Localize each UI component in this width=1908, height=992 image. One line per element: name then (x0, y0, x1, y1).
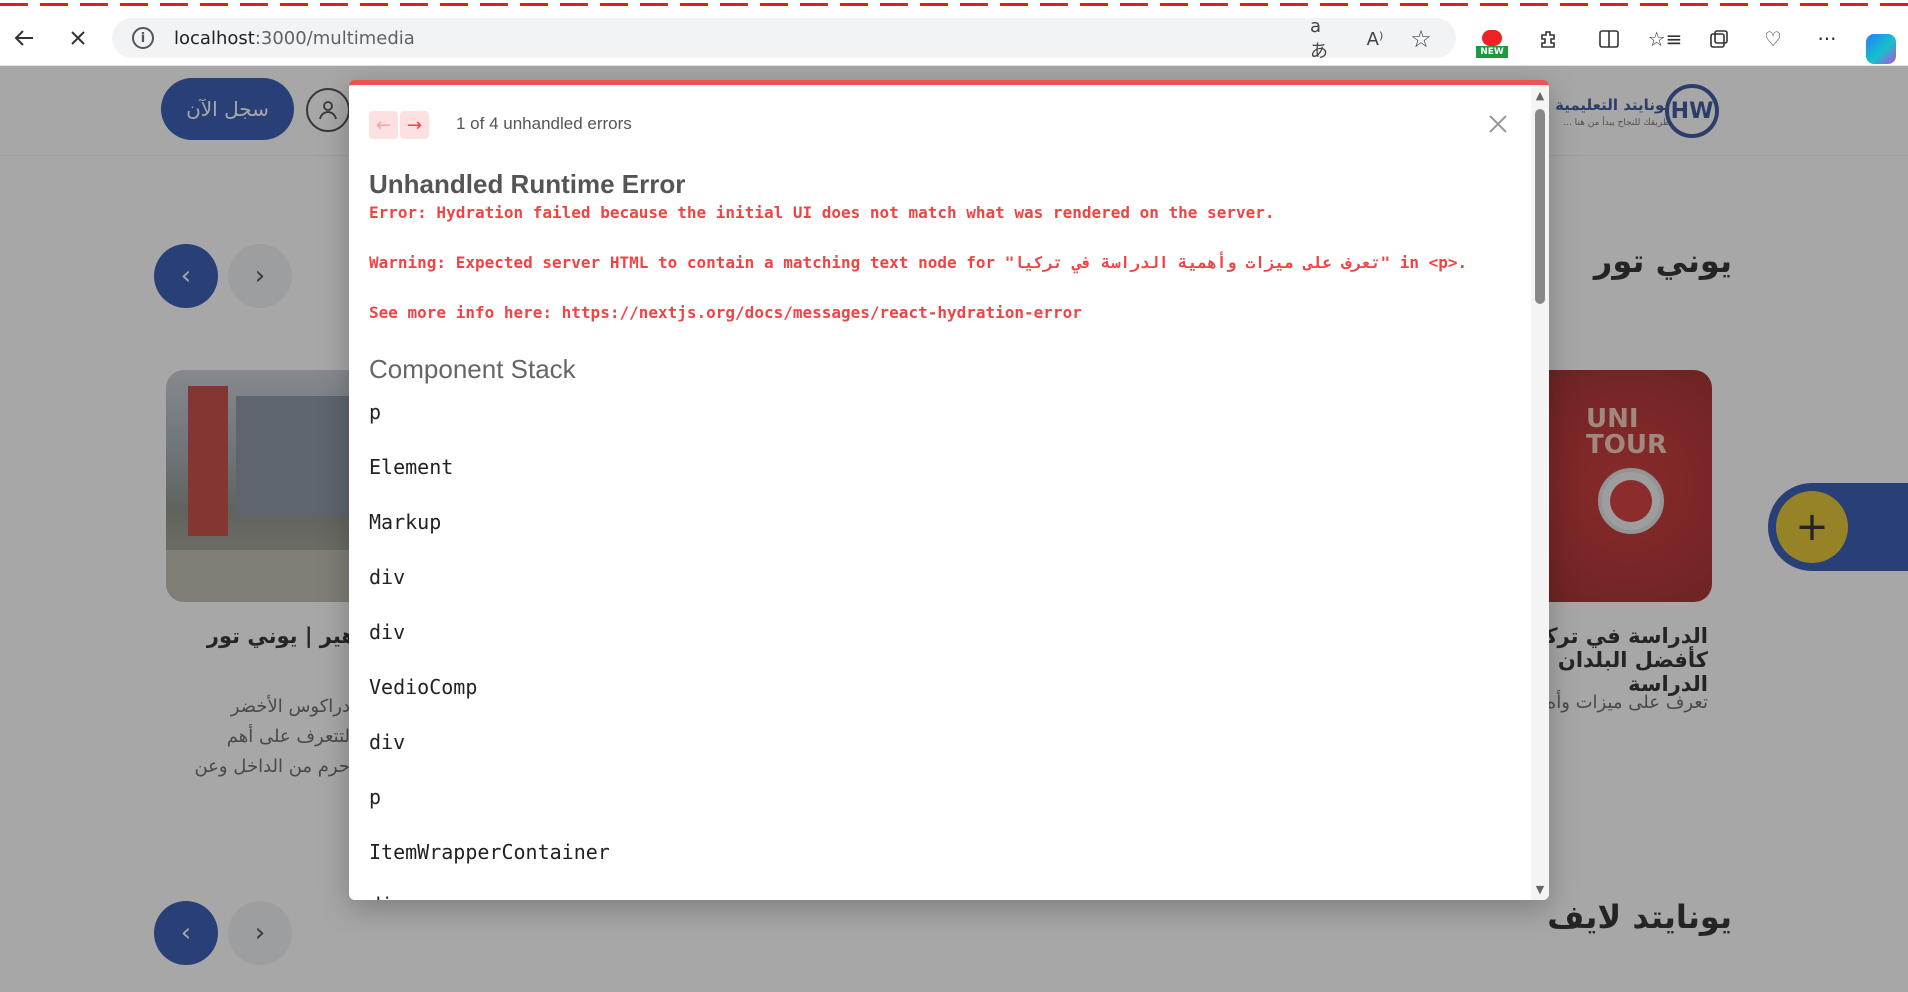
collections-icon[interactable] (1704, 24, 1734, 54)
info-link[interactable]: See more info here: https://nextjs.org/d… (369, 303, 1082, 322)
tab-strip-dash (800, 3, 828, 6)
stack-item: VedioComp (369, 675, 478, 699)
scroll-down-arrow-icon[interactable]: ▼ (1533, 883, 1547, 897)
tab-strip-dash (520, 3, 548, 6)
stack-item: div (369, 565, 406, 589)
tab-strip-dash (1560, 3, 1588, 6)
error-count: 1 of 4 unhandled errors (456, 114, 632, 133)
tab-strip-dash (240, 3, 268, 6)
tab-strip-dash (960, 3, 988, 6)
back-arrow-icon[interactable] (10, 24, 38, 52)
tab-strip-dash (360, 3, 388, 6)
tab-strip-dash (1320, 3, 1348, 6)
tab-strip-dash (400, 3, 428, 6)
tab-strip-dash (1280, 3, 1308, 6)
stack-item: div (369, 730, 406, 754)
scroll-up-arrow-icon[interactable]: ▲ (1533, 89, 1547, 103)
url-text[interactable]: localhost:3000/multimedia (174, 28, 415, 49)
error-message: Error: Hydration failed because the init… (369, 203, 1275, 222)
browser-toolbar: i localhost:3000/multimedia aあ A⁾ ☆ NEW … (0, 10, 1908, 66)
stop-loading-icon[interactable] (64, 24, 92, 52)
tab-strip-dash (40, 3, 68, 6)
new-extension-icon[interactable]: NEW (1476, 30, 1508, 60)
stack-item: div (369, 893, 405, 900)
component-stack-title: Component Stack (369, 354, 576, 384)
next-error-arrow-icon[interactable]: → (400, 111, 429, 139)
tab-strip-dash (440, 3, 468, 6)
tab-strip-dash (720, 3, 748, 6)
tab-strip-dash (1480, 3, 1508, 6)
stack-item: p (369, 785, 382, 809)
stack-item: div (369, 620, 406, 644)
tab-strip-dash (680, 3, 708, 6)
page-content: سجل الآن يونايتد التعليمية طريقك للنجاح … (0, 66, 1908, 992)
browser-essentials-icon[interactable]: ♡ (1758, 24, 1788, 54)
more-menu-icon[interactable]: ··· (1812, 24, 1842, 54)
tab-strip-dash (560, 3, 588, 6)
stack-item: Element (369, 455, 454, 479)
translate-icon[interactable]: aあ (1310, 16, 1336, 62)
tab-strip-dash (1080, 3, 1108, 6)
tab-strip-dash (1040, 3, 1068, 6)
extensions-puzzle-icon[interactable] (1533, 24, 1563, 54)
prev-error-arrow-icon[interactable]: ← (369, 111, 398, 139)
tab-strip-dash (1880, 3, 1908, 6)
copilot-icon[interactable] (1866, 34, 1896, 64)
tab-strip-dash (200, 3, 228, 6)
tab-strip-dash (0, 3, 28, 6)
site-info-icon[interactable]: i (132, 27, 154, 49)
tab-strip-dash (1840, 3, 1868, 6)
tab-strip-dash (80, 3, 108, 6)
tab-strip-dash (880, 3, 908, 6)
tab-strip-dash (1200, 3, 1228, 6)
tab-strip-dash (160, 3, 188, 6)
split-screen-icon[interactable] (1594, 24, 1624, 54)
tab-strip-dash (1800, 3, 1828, 6)
tab-strip-dash (1600, 3, 1628, 6)
tab-strip-dash (760, 3, 788, 6)
favorite-star-icon[interactable]: ☆ (1408, 25, 1434, 53)
favorites-icon[interactable]: ☆≡ (1648, 24, 1683, 54)
close-icon[interactable] (1483, 109, 1513, 139)
tab-strip-dash (1440, 3, 1468, 6)
tab-strip-dash (920, 3, 948, 6)
error-title: Unhandled Runtime Error (369, 169, 686, 199)
error-dialog: ← → 1 of 4 unhandled errors Unhandled Ru… (349, 80, 1549, 900)
tab-strip-dash (1520, 3, 1548, 6)
tab-strip-dash (120, 3, 148, 6)
tab-strip-dash (1160, 3, 1188, 6)
tab-strip-dash (480, 3, 508, 6)
tab-strip-dash (320, 3, 348, 6)
tab-strip-dash (1640, 3, 1668, 6)
stack-item: Markup (369, 510, 442, 534)
warning-message: Warning: Expected server HTML to contain… (369, 253, 1468, 272)
stack-item: p (369, 400, 382, 424)
address-bar[interactable]: i localhost:3000/multimedia aあ A⁾ ☆ (112, 16, 1456, 62)
tab-strip-dash (1000, 3, 1028, 6)
tab-strip-dash (600, 3, 628, 6)
tab-strip-dash (1680, 3, 1708, 6)
tab-strip (0, 0, 1908, 10)
tab-strip-dash (1120, 3, 1148, 6)
read-aloud-icon[interactable]: A⁾ (1362, 26, 1388, 52)
tab-strip-dash (280, 3, 308, 6)
tab-strip-dash (1360, 3, 1388, 6)
scroll-thumb[interactable] (1535, 109, 1545, 304)
tab-strip-dash (1400, 3, 1428, 6)
tab-strip-dash (1720, 3, 1748, 6)
stack-item: ItemWrapperContainer (369, 840, 610, 864)
tab-strip-dash (1240, 3, 1268, 6)
tab-strip-dash (1760, 3, 1788, 6)
tab-strip-dash (840, 3, 868, 6)
tab-strip-dash (640, 3, 668, 6)
